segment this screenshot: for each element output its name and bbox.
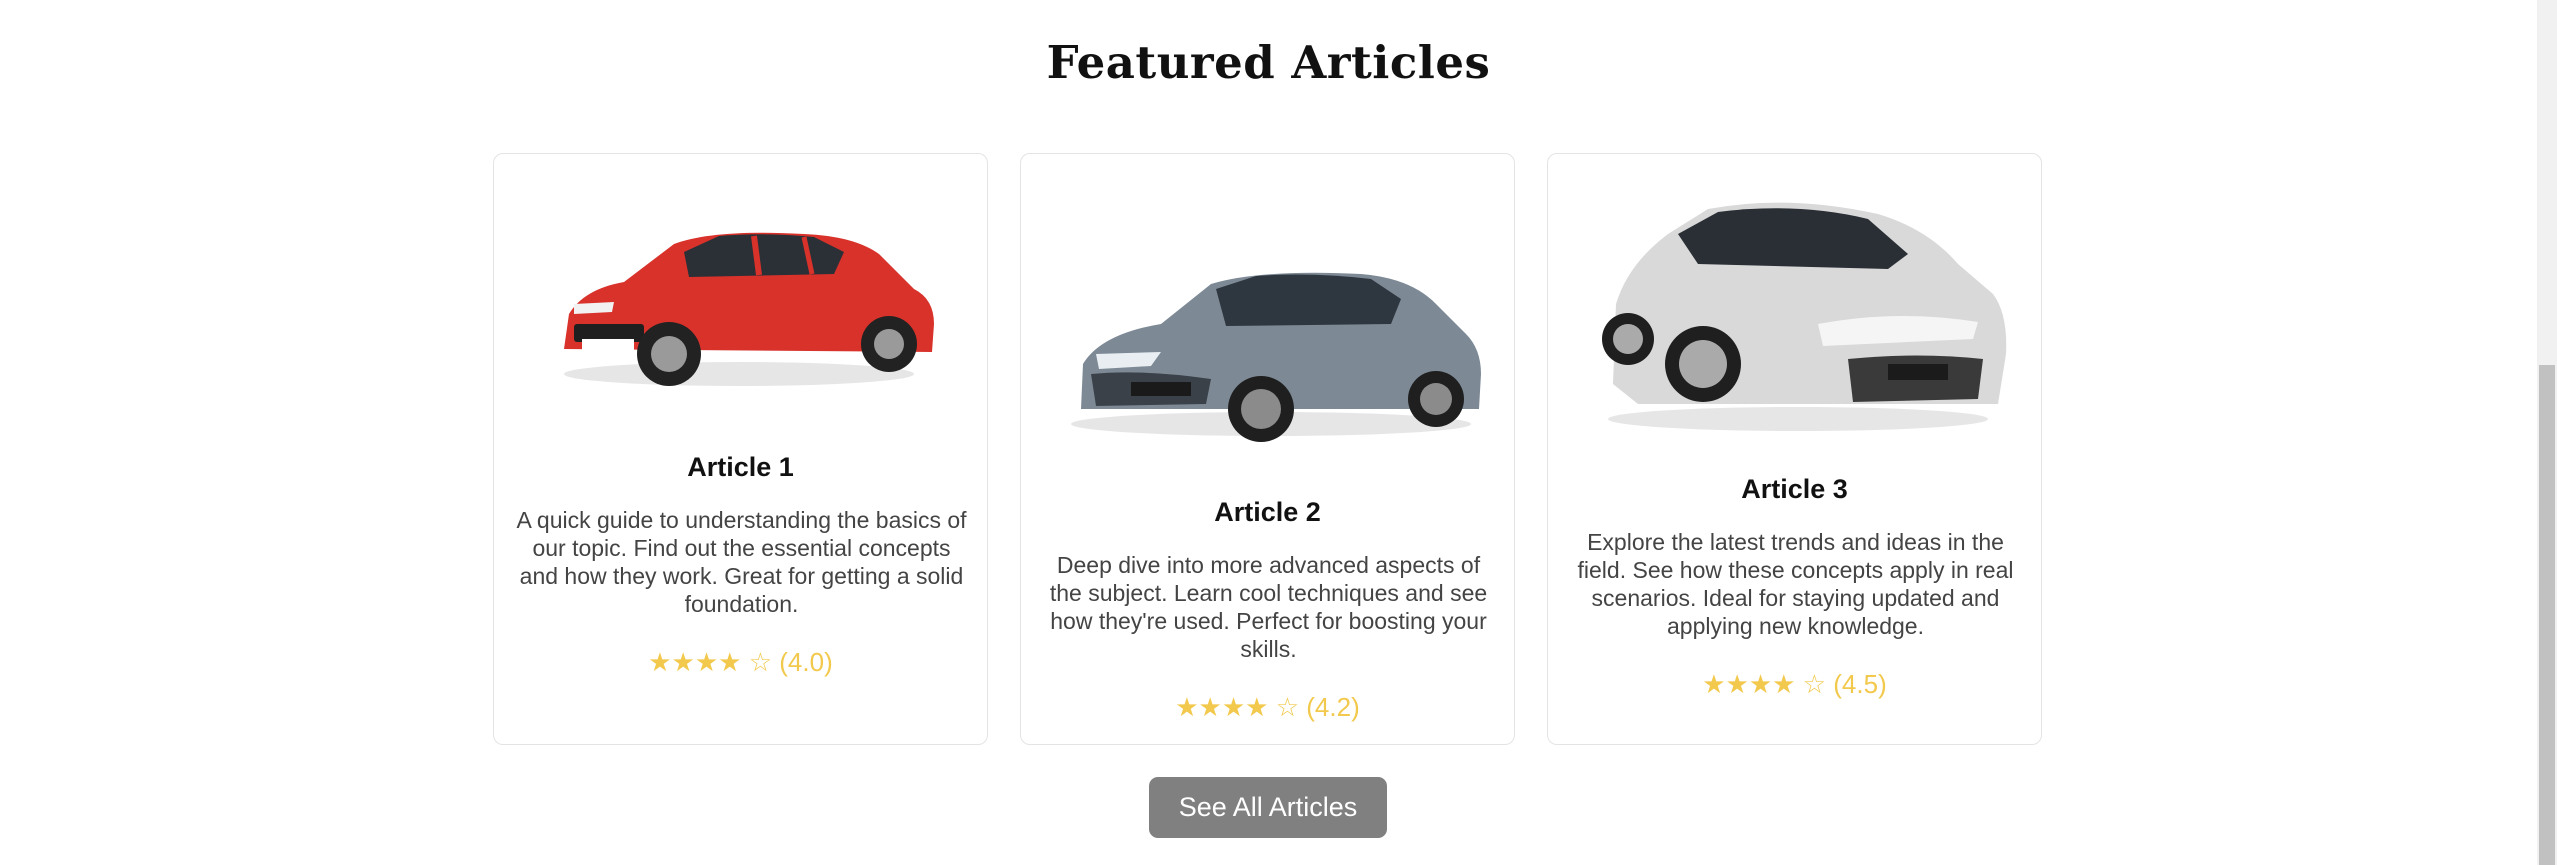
article-description: Deep dive into more advanced aspects of … xyxy=(1049,552,1488,662)
article-card-1[interactable]: Article 1 A quick guide to understanding… xyxy=(493,153,988,745)
rating-value: (4.5) xyxy=(1833,669,1887,699)
rating-stars: ★★★★ ☆ xyxy=(1175,692,1300,722)
scrollbar-thumb[interactable] xyxy=(2539,365,2555,865)
article-title[interactable]: Article 2 xyxy=(1021,497,1514,528)
article-card-2[interactable]: Article 2 Deep dive into more advanced a… xyxy=(1020,153,1515,745)
article-description: A quick guide to understanding the basic… xyxy=(516,507,967,617)
section-title: Featured Articles xyxy=(1046,36,1491,89)
rating-stars: ★★★★ ☆ xyxy=(1702,669,1827,699)
vertical-scrollbar[interactable] xyxy=(2537,0,2557,865)
article-title[interactable]: Article 3 xyxy=(1548,474,2041,505)
car-image xyxy=(564,232,934,386)
see-all-articles-button[interactable]: See All Articles xyxy=(1149,777,1387,838)
article-rating: ★★★★ ☆ (4.0) xyxy=(494,647,987,678)
rating-value: (4.2) xyxy=(1306,692,1360,722)
car-image xyxy=(1071,272,1481,442)
car-image xyxy=(1602,202,2007,431)
article-card-3[interactable]: Article 3 Explore the latest trends and … xyxy=(1547,153,2042,745)
rating-value: (4.0) xyxy=(779,647,833,677)
rating-stars: ★★★★ ☆ xyxy=(648,647,773,677)
featured-articles-page: Featured Articles Article 1 A quick guid… xyxy=(0,0,2557,865)
article-title[interactable]: Article 1 xyxy=(494,452,987,483)
article-description: Explore the latest trends and ideas in t… xyxy=(1577,529,2014,639)
article-rating: ★★★★ ☆ (4.2) xyxy=(1021,692,1514,723)
article-rating: ★★★★ ☆ (4.5) xyxy=(1548,669,2041,700)
